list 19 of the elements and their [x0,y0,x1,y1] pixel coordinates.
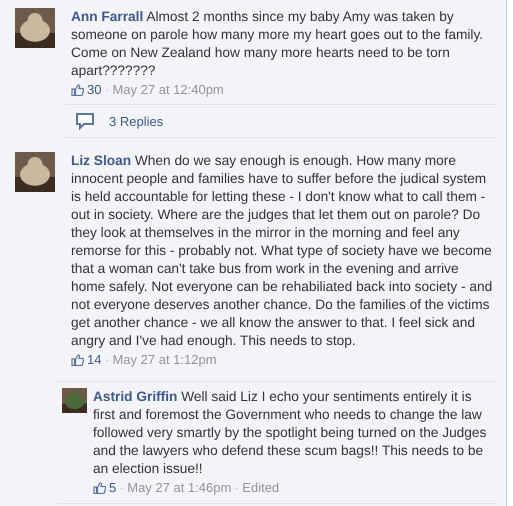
separator-dot: · [235,482,238,495]
comment-bubble-icon [75,112,95,130]
like-count[interactable]: 5 [93,479,116,497]
comment-text: Astrid Griffin Well said Liz I echo your sentiments entirely it is first and foremost the Government who needs to change the law followed very smartly by the spotlight being turned on the Judges and the lawyers who defend these scum bags!! This needs to be an election issue!! [93,388,488,478]
comment-text: Ann Farrall Almost 2 months since my baby Amy was taken by someone on parole how many more my heart goes out to the family. Come on New Zealand how many more hearts need to be torn apart??????? [71,8,484,80]
comment-meta: Edited [242,479,280,497]
separator-dot: · [105,84,108,97]
like-count[interactable]: 30 [71,81,102,99]
separator-dot: · [120,482,124,495]
thumbs-up-icon [93,482,106,494]
thumbs-up-icon [71,84,84,96]
comment-meta: May 27 at 1:12pm [112,351,217,369]
replies-link[interactable]: 3 Replies [109,114,164,128]
thumbs-up-icon [71,354,84,366]
comment-meta: May 27 at 12:40pm [112,81,224,99]
like-count[interactable]: 14 [71,351,102,369]
comment-text: Liz Sloan When do we say enough is enough. How many more innocent people and families have to suffer before the judical system is held accountable for letting these - I don't know what to call them - out in society. Where are the judges that let them out on parole? Do they look at themselves in the mirror in the morning and feel any remorse for this - probably not. What type of society have we become that a woman can't take bus from work in the evening and arrive home safely. Not everyone can be rehabiliated back into society - and not everyone deserves another chance. Do the families of the victims get another chance - we all know the answer to that. I feel sick and angry and I've had enough. This needs to stop. [71,152,494,350]
separator-dot: · [105,354,108,367]
comment-meta: May 27 at 1:46pm [127,479,232,497]
